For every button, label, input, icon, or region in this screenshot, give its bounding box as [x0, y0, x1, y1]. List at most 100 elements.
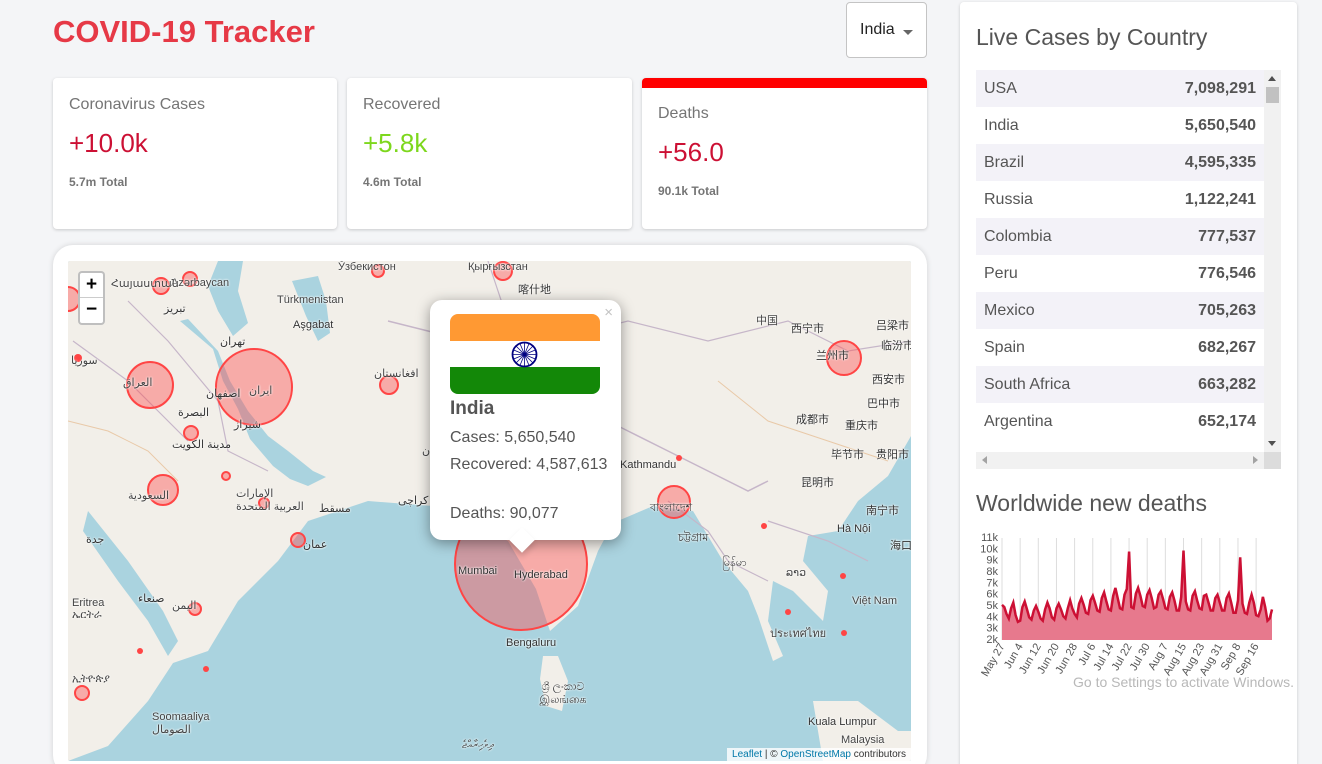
map-label: Việt Nam: [852, 595, 898, 607]
laos-dot[interactable]: [840, 573, 846, 579]
osm-link[interactable]: OpenStreetMap: [780, 749, 851, 760]
thailand-dot[interactable]: [785, 609, 791, 615]
table-row[interactable]: USA 7,098,291: [976, 70, 1264, 107]
map-label: မြန်မာ: [722, 557, 747, 569]
y-tick-label: 9k: [986, 555, 998, 567]
popup-deaths: Deaths: 90,077: [450, 505, 559, 522]
map-label: 海口: [890, 540, 911, 552]
country-dropdown[interactable]: India: [846, 2, 927, 58]
myanmar-dot[interactable]: [761, 523, 767, 529]
map-label: 临汾市: [881, 340, 911, 352]
deaths-card[interactable]: Deaths +56.0 90.1k Total: [642, 78, 927, 229]
map-label: Қырғызстан: [468, 261, 528, 273]
ethiopia-circle[interactable]: [74, 685, 90, 701]
sidebar: Live Cases by Country USA 7,098,291 India 5…: [960, 2, 1297, 764]
live-cases-table[interactable]: USA 7,098,291 India 5,650,540 Brazil 4,595,33…: [976, 70, 1281, 470]
scroll-right-icon[interactable]: [1253, 456, 1258, 464]
scroll-down-icon[interactable]: [1268, 441, 1276, 446]
map-label: 吕梁市: [876, 320, 909, 332]
y-tick-label: 4k: [986, 611, 998, 623]
popup-cases: Cases: 5,650,540: [450, 429, 576, 446]
row-country: South Africa: [984, 375, 1071, 393]
row-cases: 705,263: [1198, 301, 1256, 319]
zoom-out-button[interactable]: −: [80, 298, 103, 323]
table-row[interactable]: Russia 1,122,241: [976, 181, 1264, 218]
row-cases: 652,174: [1198, 412, 1256, 430]
map-label: جدة: [86, 534, 105, 546]
map-label: Bengaluru: [506, 637, 557, 649]
table-horizontal-scrollbar[interactable]: [976, 452, 1264, 469]
y-tick-label: 3k: [986, 623, 998, 635]
map-label: Türkmenistan: [277, 294, 344, 306]
table-row[interactable]: Spain 682,267: [976, 329, 1264, 366]
row-cases: 682,267: [1198, 338, 1256, 356]
map-label: ኢትዮጵያ: [72, 673, 110, 685]
map-label: ລາວ: [786, 567, 807, 579]
row-country: Colombia: [984, 227, 1052, 245]
deaths-value: +56.0: [658, 137, 724, 167]
live-cases-title: Live Cases by Country: [976, 24, 1208, 50]
app-title: COVID-19 Tracker: [53, 14, 315, 49]
table-vertical-scrollbar[interactable]: [1264, 70, 1281, 452]
djibouti-dot[interactable]: [137, 648, 143, 654]
qatar-circle[interactable]: [221, 471, 231, 481]
row-cases: 4,595,335: [1184, 153, 1256, 171]
map-label: 兰州市: [816, 350, 849, 362]
map-label: العراق: [123, 377, 153, 389]
somalia-dot[interactable]: [203, 666, 209, 672]
leaflet-link[interactable]: Leaflet: [732, 749, 762, 760]
cases-card[interactable]: Coronavirus Cases +10.0k 5.7m Total: [53, 78, 337, 229]
map-label: 重庆市: [845, 420, 878, 432]
table-row[interactable]: Peru 776,546: [976, 255, 1264, 292]
map-label: বাংলাদেশ: [650, 502, 693, 514]
scroll-up-icon[interactable]: [1268, 76, 1276, 81]
map-label: 毕节市: [831, 449, 864, 461]
scrollbar-thumb[interactable]: [1266, 87, 1279, 103]
deaths-area: [1002, 550, 1272, 640]
x-tick-label: May 27: [979, 642, 1007, 679]
map-label: افغانستان: [374, 368, 419, 380]
recovered-card[interactable]: Recovered +5.8k 4.6m Total: [347, 78, 632, 229]
map-label: Mumbai: [458, 565, 498, 577]
y-tick-label: 5k: [986, 600, 998, 612]
map-label: 昆明市: [801, 477, 834, 489]
y-tick-label: 7k: [986, 577, 998, 589]
map-label: 西安市: [872, 374, 905, 386]
map-label: تبريز: [164, 303, 186, 315]
table-row[interactable]: Mexico 705,263: [976, 292, 1264, 329]
map-label: مسقط: [319, 503, 351, 515]
nepal-dot[interactable]: [676, 455, 682, 461]
map-label: مدينة الكويت: [172, 439, 232, 451]
map-attribution: Leaflet | © OpenStreetMap contributors: [727, 748, 911, 761]
cambodia-dot[interactable]: [841, 630, 847, 636]
map-label: شیراز: [234, 419, 261, 431]
windows-activation-watermark: Go to Settings to activate Windows.: [1073, 674, 1294, 690]
map-label: Soomaaliya الصومال: [152, 711, 210, 736]
map-label: Kuala Lumpur: [808, 716, 877, 728]
row-cases: 5,650,540: [1184, 116, 1256, 134]
cases-label: Coronavirus Cases: [69, 96, 206, 113]
map-label: Malaysia: [841, 734, 885, 746]
table-row[interactable]: Argentina 652,174: [976, 403, 1264, 440]
popup-recovered: Recovered: 4,587,613: [450, 456, 608, 473]
zoom-control: + −: [78, 271, 105, 325]
table-row[interactable]: India 5,650,540: [976, 107, 1264, 144]
row-country: Russia: [984, 190, 1033, 208]
table-row[interactable]: South Africa 663,282: [976, 366, 1264, 403]
country-popup: × India Cases: 5,650,540 Recovered: 4,58…: [430, 300, 621, 553]
popup-close-button[interactable]: ×: [604, 304, 613, 321]
map-label: ایران: [249, 385, 273, 397]
scroll-left-icon[interactable]: [982, 456, 987, 464]
row-country: Brazil: [984, 153, 1025, 171]
row-country: Peru: [984, 264, 1018, 282]
recovered-total: 4.6m Total: [363, 175, 422, 189]
cases-value: +10.0k: [69, 128, 148, 158]
table-row[interactable]: Brazil 4,595,335: [976, 144, 1264, 181]
chart-title: Worldwide new deaths: [976, 490, 1207, 516]
row-cases: 777,537: [1198, 227, 1256, 245]
map-label: تهران: [220, 336, 246, 348]
table-row[interactable]: Colombia 777,537: [976, 218, 1264, 255]
zoom-in-button[interactable]: +: [80, 273, 103, 298]
y-tick-label: 10k: [980, 543, 998, 555]
map-label: 成都市: [796, 414, 829, 426]
